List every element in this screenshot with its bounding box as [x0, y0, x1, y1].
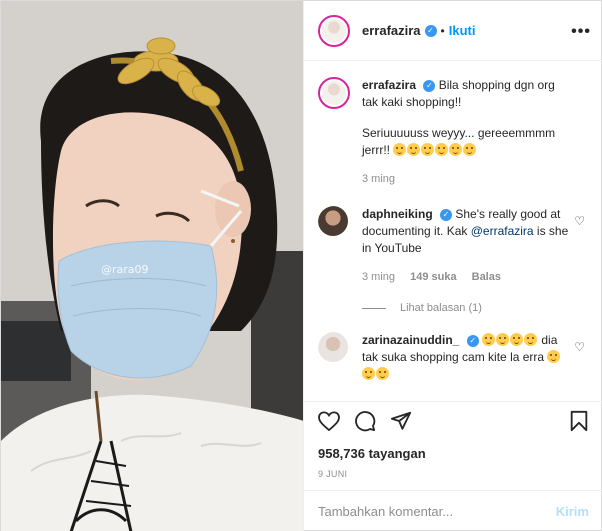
action-icons	[318, 410, 589, 434]
comment-avatar[interactable]	[317, 206, 350, 238]
view-replies-button[interactable]: Lihat balasan (1)	[361, 302, 589, 314]
follow-button[interactable]: Ikuti	[449, 23, 476, 38]
send-comment-button[interactable]: Kirim	[556, 504, 589, 519]
post-side-panel: errafazira ✓ • Ikuti ••• errafazira ✓ Bi…	[302, 1, 602, 531]
comment-username[interactable]: daphneiking	[362, 207, 433, 221]
comment-body: daphneiking ✓ She's really good at docum…	[362, 206, 572, 286]
comment-item: daphneiking ✓ She's really good at docum…	[317, 206, 589, 286]
video-frame-illustration	[1, 1, 303, 531]
view-count[interactable]: 958,736 tayangan	[318, 446, 589, 461]
view-replies-label: Lihat balasan (1)	[399, 302, 482, 314]
verified-badge-icon: ✓	[424, 24, 437, 37]
bookmark-icon[interactable]	[569, 410, 589, 435]
avatar[interactable]	[317, 14, 350, 47]
comment-like-heart-icon[interactable]: ♡	[574, 340, 585, 354]
instagram-post: @rara09 errafazira ✓ • Ikuti ••• errafaz…	[0, 0, 602, 531]
comment-time[interactable]: 3 ming	[362, 271, 395, 283]
share-send-icon[interactable]	[390, 410, 412, 435]
add-comment-bar: Kirim	[303, 490, 602, 531]
caption-body: errafazira ✓ Bila shopping dgn org tak k…	[362, 77, 572, 188]
comment-item: zarinazainuddin_ ✓ dia tak suka shopping…	[317, 332, 589, 383]
comment-body: zarinazainuddin_ ✓ dia tak suka shopping…	[361, 332, 572, 383]
more-horizontal-icon[interactable]: •••	[571, 23, 591, 41]
comment-meta: 3 ming 149 suka Balas	[362, 269, 572, 286]
separator-dot: •	[440, 23, 445, 38]
verified-badge-icon: ✓	[423, 79, 436, 92]
comment-input[interactable]	[317, 504, 556, 519]
comments-list[interactable]: errafazira ✓ Bila shopping dgn org tak k…	[304, 61, 602, 401]
comment-like-heart-icon[interactable]: ♡	[574, 214, 585, 228]
caption-meta: 3 ming	[362, 171, 572, 188]
reply-button[interactable]: Balas	[472, 271, 501, 283]
emoji-icon	[482, 333, 538, 347]
header-username[interactable]: errafazira	[362, 23, 421, 38]
like-heart-icon[interactable]	[318, 410, 340, 434]
post-actions: 958,736 tayangan 9 JUNI	[303, 401, 602, 483]
post-video[interactable]: @rara09	[1, 1, 303, 531]
caption-username[interactable]: errafazira	[362, 78, 416, 92]
comment-bubble-icon[interactable]	[354, 410, 376, 435]
post-date[interactable]: 9 JUNI	[318, 469, 589, 479]
verified-badge-icon: ✓	[466, 334, 479, 347]
caption-time[interactable]: 3 ming	[362, 173, 395, 185]
comment-mention[interactable]: @errafazira	[471, 224, 534, 238]
comment-likes[interactable]: 149 suka	[410, 271, 456, 283]
replies-divider	[361, 307, 386, 309]
comment-username[interactable]: zarinazainuddin_	[362, 333, 459, 347]
verified-badge-icon: ✓	[440, 208, 452, 221]
caption-avatar[interactable]	[317, 77, 350, 109]
comment-avatar[interactable]	[317, 332, 350, 364]
emoji-icon	[393, 143, 477, 157]
post-header: errafazira ✓ • Ikuti •••	[303, 1, 602, 61]
video-watermark: @rara09	[101, 263, 149, 276]
caption: errafazira ✓ Bila shopping dgn org tak k…	[317, 77, 589, 188]
